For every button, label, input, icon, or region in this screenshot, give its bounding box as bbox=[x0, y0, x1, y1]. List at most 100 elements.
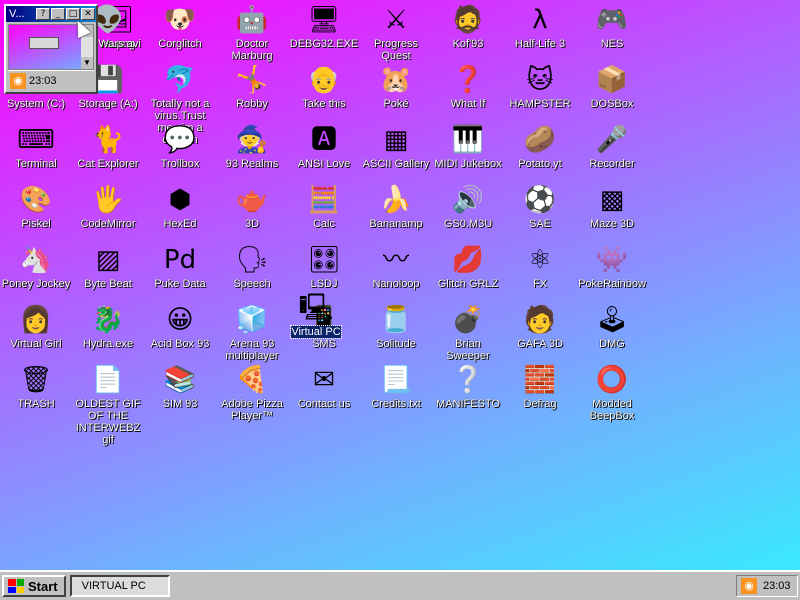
desktop-icon-image-icon: 🐶 bbox=[163, 5, 197, 35]
desktop-icon-image-icon: 🎹 bbox=[451, 125, 485, 155]
desktop-icon-nanoloop[interactable]: 〰 Nanoloop bbox=[360, 244, 432, 290]
desktop-icon-terminal[interactable]: ⌨ Terminal bbox=[0, 124, 72, 170]
desktop-icon-potato-yt[interactable]: 🥔 Potato.yt bbox=[504, 124, 576, 170]
desktop-icon-dosbox[interactable]: 📦 DOSBox bbox=[576, 64, 648, 110]
desktop-icon-oldest-gif-of-the-interwebz-gif[interactable]: 📄 OLDEST GIF OF THE INTERWEBZ gif bbox=[72, 364, 144, 446]
desktop-icon-kof-93[interactable]: 🧔 Kof'93 bbox=[432, 4, 504, 50]
virtual-pc-icon: 🖳 bbox=[298, 293, 334, 323]
desktop-icon-3d[interactable]: 🫖 3D bbox=[216, 184, 288, 230]
desktop-icon-calc[interactable]: 🧮 Calc bbox=[288, 184, 360, 230]
maximize-button[interactable]: □ bbox=[66, 8, 80, 20]
desktop-icon-label: Virtual PC bbox=[290, 325, 342, 339]
desktop-icon-label: Piskel bbox=[21, 218, 51, 230]
desktop-icon-speech[interactable]: 🗣 Speech bbox=[216, 244, 288, 290]
window-inner-taskbar: ◉ 23:03 bbox=[8, 70, 94, 90]
desktop-icon-fx[interactable]: ⚛ FX bbox=[504, 244, 576, 290]
desktop-icon-dmg[interactable]: 🕹 DMG bbox=[576, 304, 648, 350]
desktop-icon-sim-93[interactable]: 📚 SIM 93 bbox=[144, 364, 216, 410]
desktop-icon-label: DOSBox bbox=[590, 98, 634, 110]
desktop-icon-modded-beepbox[interactable]: ⭕ Modded BeepBox bbox=[576, 364, 648, 422]
desktop-icon-poney-jockey[interactable]: 🦄 Poney Jockey bbox=[0, 244, 72, 290]
desktop-icon-ansi-love[interactable]: 🅰 ANSI Love bbox=[288, 124, 360, 170]
desktop-icon-image-icon: 🎛 bbox=[307, 245, 341, 275]
rss-icon[interactable]: ◉ bbox=[10, 72, 26, 89]
desktop-icon-image-icon: 🖐 bbox=[91, 185, 125, 215]
taskbar-item-virtual-pc[interactable]: VIRTUAL PC bbox=[69, 575, 170, 597]
desktop-icon-take-this[interactable]: 👴 Take this bbox=[288, 64, 360, 110]
desktop-icon-doctor-marburg[interactable]: 🤖 Doctor Marburg bbox=[216, 4, 288, 62]
desktop-icon-acid-box-93[interactable]: 😀 Acid Box 93 bbox=[144, 304, 216, 350]
desktop-icon-image-icon: 🎨 bbox=[19, 185, 53, 215]
desktop-icon-label: 3D bbox=[244, 218, 260, 230]
desktop-icon-image-icon: 🗑 bbox=[19, 365, 53, 395]
desktop-icon-glitch-grlz[interactable]: 💋 Glitch GRLZ bbox=[432, 244, 504, 290]
start-button[interactable]: Start bbox=[2, 575, 66, 597]
desktop-icon-image-icon: 🕹 bbox=[595, 305, 629, 335]
desktop-icon-image-icon: 〰 bbox=[382, 245, 409, 275]
desktop-icon-virtual-girl[interactable]: 👩 Virtual Girl bbox=[0, 304, 72, 350]
desktop-icon-piskel[interactable]: 🎨 Piskel bbox=[0, 184, 72, 230]
desktop-icon-label: Maze 3D bbox=[589, 218, 635, 230]
desktop-icon-label: Corglitch bbox=[158, 38, 202, 50]
desktop-icon-robby[interactable]: 🤸 Robby bbox=[216, 64, 288, 110]
desktop-icon-maze-3d[interactable]: ▩ Maze 3D bbox=[576, 184, 648, 230]
desktop-icon-defrag[interactable]: 🧱 Defrag bbox=[504, 364, 576, 410]
help-button[interactable]: ? bbox=[36, 8, 50, 20]
desktop-icon-label: ANSI Love bbox=[297, 158, 351, 170]
desktop-icon-adobe-pizza-player[interactable]: 🍕 Adobe Pizza Player™ bbox=[216, 364, 288, 422]
desktop-icon-virtual-pc[interactable]: 🖳 Virtual PC bbox=[280, 292, 352, 339]
desktop-icon-image-icon: 🧑 bbox=[523, 305, 557, 335]
desktop-icon-progress-quest[interactable]: ⚔ Progress Quest bbox=[360, 4, 432, 62]
desktop-icon-label: SIM 93 bbox=[162, 398, 198, 410]
desktop-icon-byte-beat[interactable]: ▨ Byte Beat bbox=[72, 244, 144, 290]
desktop-icon-corglitch[interactable]: 🐶 Corglitch bbox=[144, 4, 216, 50]
desktop-icon-hydra-exe[interactable]: 🐉 Hydra.exe bbox=[72, 304, 144, 350]
desktop-icon-lsdj[interactable]: 🎛 LSDJ bbox=[288, 244, 360, 290]
desktop-icon-hampster[interactable]: 🐱 HAMPSTER bbox=[504, 64, 576, 110]
desktop-icon-puke-data[interactable]: Pd Puke Data bbox=[144, 244, 216, 290]
desktop-icon-what-if[interactable]: ❓ What If bbox=[432, 64, 504, 110]
desktop-icon-image-icon: 🥔 bbox=[523, 125, 557, 155]
desktop-icon-ascii-gallery[interactable]: ▦ ASCII Gallery bbox=[360, 124, 432, 170]
desktop-icon-trash[interactable]: 🗑 TRASH bbox=[0, 364, 72, 410]
desktop-icon-pok[interactable]: 🐹 Poké bbox=[360, 64, 432, 110]
desktop-icon-manifesto[interactable]: ❔ MANIFESTO bbox=[432, 364, 504, 410]
desktop-icon-trollbox[interactable]: 💬 Trollbox bbox=[144, 124, 216, 170]
desktop-icon-brian-sweeper[interactable]: 💣 Brian Sweeper bbox=[432, 304, 504, 362]
desktop-icon-credits-txt[interactable]: 📃 Credits.txt bbox=[360, 364, 432, 410]
desktop-icon-label: PokeRainbow bbox=[578, 278, 646, 290]
desktop-icon-image-icon: 📃 bbox=[379, 365, 413, 395]
desktop-icon-image-icon: 🐱 bbox=[526, 65, 554, 95]
desktop-icon-image-icon: ⚔ bbox=[384, 5, 408, 35]
rss-icon[interactable]: ◉ bbox=[741, 578, 757, 594]
drive-icon[interactable] bbox=[29, 37, 59, 49]
desktop-icon-cat-explorer[interactable]: 🐈 Cat Explorer bbox=[72, 124, 144, 170]
desktop-icon-midi-jukebox[interactable]: 🎹 MIDI Jukebox bbox=[432, 124, 504, 170]
desktop[interactable]: 🖼 na.png 👽 Star Wars.avi 🐶 Corglitch 🤖 Doctor M… bbox=[0, 0, 800, 570]
desktop-icon-contact-us[interactable]: ✉ Contact us bbox=[288, 364, 360, 410]
desktop-icon-codemirror[interactable]: 🖐 CodeMirror bbox=[72, 184, 144, 230]
scroll-down-button[interactable]: ▼ bbox=[81, 57, 93, 69]
desktop-icon-gs0-m3u[interactable]: 🔊 GS0.M3U bbox=[432, 184, 504, 230]
desktop-icon-image-icon: 🧙 bbox=[235, 125, 269, 155]
desktop-icon-half-life-3[interactable]: λ Half-Life 3 bbox=[504, 4, 576, 50]
desktop-icon-image-icon: 🧮 bbox=[307, 185, 341, 215]
desktop-icon-debg32-exe[interactable]: 🖥 DEBG32.EXE bbox=[288, 4, 360, 50]
desktop-icon-gafa-3d[interactable]: 🧑 GAFA 3D bbox=[504, 304, 576, 350]
desktop-icon-93-realms[interactable]: 🧙 93 Realms bbox=[216, 124, 288, 170]
desktop-icon-label: Credits.txt bbox=[371, 398, 421, 410]
desktop-icon-image-icon: Pd bbox=[163, 245, 197, 275]
desktop-icon-hexed[interactable]: ⬢ HexEd bbox=[144, 184, 216, 230]
desktop-icon-sae[interactable]: ⚽ SAE bbox=[504, 184, 576, 230]
desktop-icon-solitude[interactable]: 🫙 Solitude bbox=[360, 304, 432, 350]
desktop-icon-nes[interactable]: 🎮 NES bbox=[576, 4, 648, 50]
desktop-icon-bananamp[interactable]: 🍌 Bananamp bbox=[360, 184, 432, 230]
desktop-icon-label: Storage (A:) bbox=[78, 98, 138, 110]
desktop-icon-recorder[interactable]: 🎤 Recorder bbox=[576, 124, 648, 170]
desktop-icon-label: Contact us bbox=[297, 398, 351, 410]
minimize-button[interactable]: _ bbox=[51, 8, 65, 20]
desktop-icon-label: Modded BeepBox bbox=[589, 398, 635, 422]
desktop-icon-arena-93-multiplayer[interactable]: 🧊 Arena 93 multiplayer bbox=[216, 304, 288, 362]
desktop-icon-image-icon: ⬢ bbox=[168, 185, 192, 215]
desktop-icon-pokerainbow[interactable]: 👾 PokeRainbow bbox=[576, 244, 648, 290]
